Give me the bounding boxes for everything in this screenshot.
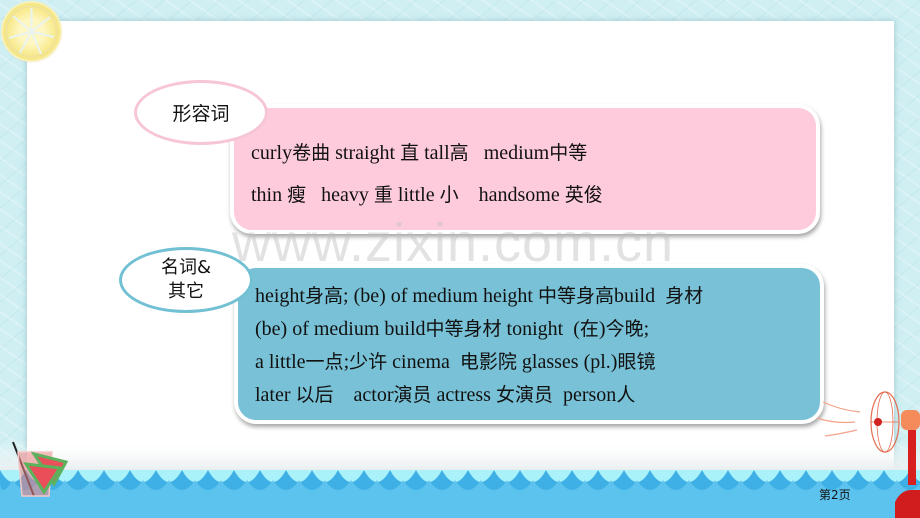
page-number: 第2页 <box>819 488 851 502</box>
vocab-chinese-text: 女演员 <box>495 384 553 406</box>
vocab-chinese-text: 直 <box>400 142 420 164</box>
vocab-chinese-text: 高 <box>449 142 469 164</box>
vocab-card-nouns-others: height身高; (be) of medium height 中等身高buil… <box>234 264 824 424</box>
vocab-chinese-text: 身材 <box>665 285 704 307</box>
vocab-chinese-text: 中等身高 <box>537 285 614 307</box>
vocab-english-text: later <box>255 384 296 406</box>
watermark-text: www.zixin.com.cn <box>232 213 675 273</box>
vocab-english-text: tonight ( <box>501 318 580 340</box>
vocab-english-text: thin <box>251 184 288 206</box>
vocab-line: curly卷曲 straight 直 tall高 medium中等 <box>251 138 587 165</box>
vocab-chinese-text: 身高 <box>305 285 344 307</box>
vocab-chinese-text: 小 <box>439 184 459 206</box>
vocab-english-text: medium <box>468 142 550 164</box>
section-label-text-line1: 名词& <box>160 257 212 278</box>
vocab-chinese-text: 中等身材 <box>425 318 502 340</box>
vocab-english-text: person <box>552 384 617 406</box>
vocab-english-text: straight <box>330 142 401 164</box>
vocab-chinese-text: 一点 <box>305 351 344 373</box>
section-label-text: 形容词 <box>172 103 230 125</box>
vocab-english-text: handsome <box>458 184 565 206</box>
vocab-line: thin 瘦 heavy 重 little 小 handsome 英俊 <box>251 180 603 207</box>
vocab-chinese-text: 演员 <box>393 384 432 406</box>
vocab-chinese-text: 英俊 <box>564 184 603 206</box>
section-label-adjectives: 形容词 <box>134 80 268 145</box>
vocab-line: later 以后 actor演员 actress 女演员 person人 <box>255 380 635 407</box>
vocab-english-text: actress <box>431 384 496 406</box>
vocab-chinese-text: 重 <box>373 184 393 206</box>
section-label-text-line2: 其它 <box>167 281 204 302</box>
vocab-chinese-text: 眼镜 <box>617 351 656 373</box>
vocab-english-text: height <box>255 285 305 307</box>
vocab-line: a little一点;少许 cinema 电影院 glasses (pl.)眼镜 <box>255 347 655 374</box>
vocab-english-text: ; <box>643 318 650 340</box>
vocab-chinese-text: 电影院 <box>459 351 517 373</box>
vocab-english-text: ) <box>598 318 606 340</box>
wave-border <box>0 440 920 518</box>
vocab-line: (be) of medium build中等身材 tonight (在)今晚; <box>255 314 649 341</box>
vocab-english-text: a little <box>255 351 306 373</box>
vocab-english-text: build <box>613 285 666 307</box>
vocab-chinese-text: 中等 <box>549 142 588 164</box>
vocab-chinese-text: 少许 <box>349 351 388 373</box>
vocab-english-text: glasses (pl.) <box>516 351 618 373</box>
vocab-english-text: tall <box>419 142 450 164</box>
vocab-english-text: actor <box>333 384 394 406</box>
vocab-english-text: ; (be) of medium height <box>343 285 538 307</box>
watermelon-and-juice-icon <box>12 441 69 497</box>
vocab-english-text: heavy <box>306 184 374 206</box>
wind-lines <box>816 401 861 437</box>
vocab-chinese-text: 在 <box>579 318 599 340</box>
vocab-english-text: little <box>392 184 440 206</box>
vocab-chinese-text: 今晚 <box>605 318 644 340</box>
vocab-chinese-text: 卷曲 <box>292 142 331 164</box>
vocab-chinese-text: 人 <box>616 384 636 406</box>
lemon-slice-icon <box>3 3 60 60</box>
vocab-english-text: cinema <box>387 351 460 373</box>
vocab-line: height身高; (be) of medium height 中等身高buil… <box>255 281 703 308</box>
vocab-chinese-text: 瘦 <box>287 184 307 206</box>
vocab-english-text: (be) of medium build <box>255 318 426 340</box>
vocab-chinese-text: 以后 <box>295 384 334 406</box>
vocab-english-text: curly <box>251 142 293 164</box>
